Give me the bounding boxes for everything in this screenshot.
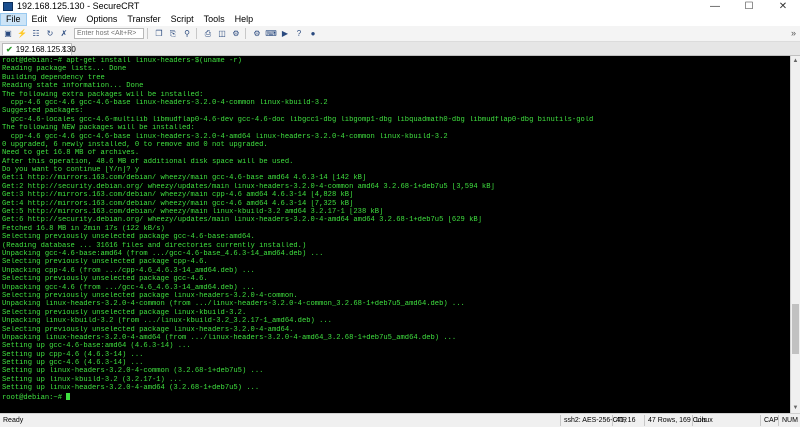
reconnect-icon[interactable]: ↻: [44, 28, 56, 39]
terminal-cursor: [66, 392, 71, 400]
terminal-line: Do you want to continue [Y/n]? y: [2, 166, 140, 175]
terminal-line: root@debian:~# apt-get install linux-hea…: [2, 57, 242, 65]
keymap-icon[interactable]: ⌨: [265, 28, 277, 39]
terminal-line: Selecting previously unselected package …: [2, 275, 208, 284]
window-controls: — ☐ ✕: [698, 0, 800, 13]
quick-connect-icon[interactable]: ⚡: [16, 28, 28, 39]
status-os: Linux: [692, 415, 713, 426]
toolbar-overflow-icon[interactable]: »: [791, 28, 796, 38]
toolbar-separator: [147, 28, 148, 39]
terminal-view[interactable]: root@debian:~# apt-get install linux-hea…: [0, 56, 790, 413]
menu-bar: File Edit View Options Transfer Script T…: [0, 13, 800, 26]
menu-transfer[interactable]: Transfer: [122, 13, 165, 26]
terminal-line: Selecting previously unselected package …: [2, 325, 294, 334]
terminal-line: Selecting previously unselected package …: [2, 258, 208, 267]
script-icon[interactable]: ▶: [279, 28, 291, 39]
global-options-icon[interactable]: ⚙: [251, 28, 263, 39]
session-tab-bar: ✔ 192.168.125.130 ×: [0, 42, 800, 56]
print-icon[interactable]: ⎙: [202, 28, 214, 39]
terminal-line: Need to get 16.8 MB of archives.: [2, 149, 140, 158]
status-num: NUM: [778, 415, 798, 426]
terminal-line: Setting up linux-kbuild-3.2 (3.2.17-1) .…: [2, 375, 182, 384]
disconnect-icon[interactable]: ✗: [58, 28, 70, 39]
terminal-line: Get:4 http://mirrors.163.com/debian/ whe…: [2, 199, 354, 208]
terminal-line: Selecting previously unselected package …: [2, 291, 298, 300]
terminal-line: Suggested packages:: [2, 107, 84, 116]
terminal-line: Get:5 http://mirrors.163.com/debian/ whe…: [2, 208, 384, 217]
terminal-line: Unpacking linux-kbuild-3.2 (from .../lin…: [2, 317, 332, 326]
toolbar-separator: [245, 28, 246, 39]
terminal-line: Fetched 16.8 MB in 2min 17s (122 kB/s): [2, 224, 165, 233]
terminal-line: Unpacking gcc-4.6 (from .../gcc-4.6_4.6.…: [2, 283, 255, 292]
terminal-line: Selecting previously unselected package …: [2, 308, 247, 317]
connect-in-tab-icon[interactable]: ☷: [30, 28, 42, 39]
menu-edit[interactable]: Edit: [27, 13, 53, 26]
session-tab[interactable]: ✔ 192.168.125.130 ×: [2, 43, 76, 55]
terminal-line: Setting up cpp-4.6 (4.6.3-14) ...: [2, 350, 144, 359]
terminal-line: Unpacking linux-headers-3.2.0-4-amd64 (f…: [2, 333, 457, 342]
terminal-line: Building dependency tree: [2, 73, 105, 82]
scroll-down-icon[interactable]: ▼: [791, 403, 800, 413]
terminal-line: Selecting previously unselected package …: [2, 233, 255, 242]
toolbar-separator: [196, 28, 197, 39]
status-caps: CAP: [760, 415, 778, 426]
terminal-line: Unpacking cpp-4.6 (from .../cpp-4.6_4.6.…: [2, 266, 255, 275]
find-icon[interactable]: ⚲: [181, 28, 193, 39]
menu-options[interactable]: Options: [81, 13, 122, 26]
terminal-line: Get:2 http://security.debian.org/ wheezy…: [2, 182, 495, 191]
maximize-button[interactable]: ☐: [732, 0, 766, 13]
status-bar: Ready ssh2: AES-256-CTR 41, 16 47 Rows, …: [0, 413, 800, 427]
minimize-button[interactable]: —: [698, 0, 732, 13]
about-icon[interactable]: ●: [307, 28, 319, 39]
copy-icon[interactable]: ❐: [153, 28, 165, 39]
terminal-line: Setting up gcc-4.6-base:amd64 (4.6.3-14)…: [2, 342, 191, 351]
toolbar: ▣ ⚡ ☷ ↻ ✗ ❐ ⎘ ⚲ ⎙ ◫ ⚙ ⚙ ⌨ ▶ ? ● »: [0, 26, 800, 42]
terminal-line: gcc-4.6-locales gcc-4.6-multilib libmudf…: [2, 115, 594, 124]
status-ready: Ready: [3, 417, 24, 424]
terminal-line: Setting up linux-headers-3.2.0-4-common …: [2, 367, 264, 376]
sftp-icon[interactable]: ◫: [216, 28, 228, 39]
close-button[interactable]: ✕: [766, 0, 800, 13]
window-title: 192.168.125.130 - SecureCRT: [17, 1, 140, 11]
terminal-output: root@debian:~# apt-get install linux-hea…: [0, 56, 790, 402]
terminal-line: 0 upgraded, 6 newly installed, 0 to remo…: [2, 140, 268, 149]
terminal-line: Unpacking gcc-4.6-base:amd64 (from .../g…: [2, 249, 324, 258]
terminal-scrollbar[interactable]: ▲ ▼: [790, 56, 800, 413]
terminal-line: Get:3 http://mirrors.163.com/debian/ whe…: [2, 191, 354, 200]
host-input[interactable]: [74, 28, 144, 39]
terminal-line: After this operation, 48.6 MB of additio…: [2, 157, 294, 166]
help-icon[interactable]: ?: [293, 28, 305, 39]
menu-help[interactable]: Help: [230, 13, 259, 26]
scrollbar-thumb[interactable]: [792, 303, 799, 355]
title-bar: 192.168.125.130 - SecureCRT — ☐ ✕: [0, 0, 800, 13]
scroll-up-icon[interactable]: ▲: [791, 56, 800, 66]
securecrt-app-icon: [3, 2, 13, 11]
connect-icon[interactable]: ▣: [2, 28, 14, 39]
terminal-line: Get:6 http://security.debian.org/ wheezy…: [2, 216, 482, 225]
status-cursor-position: 41, 16: [612, 415, 635, 426]
terminal-line: The following extra packages will be ins…: [2, 90, 204, 99]
menu-tools[interactable]: Tools: [199, 13, 230, 26]
terminal-line: Get:1 http://mirrors.163.com/debian/ whe…: [2, 174, 367, 183]
terminal-line: Setting up gcc-4.6 (4.6.3-14) ...: [2, 359, 144, 368]
terminal-line: cpp-4.6 gcc-4.6 gcc-4.6-base linux-heade…: [2, 98, 328, 107]
terminal-line: root@debian:~#: [2, 392, 788, 401]
terminal-line: Reading state information... Done: [2, 82, 144, 91]
menu-file[interactable]: File: [0, 13, 27, 26]
menu-script[interactable]: Script: [166, 13, 199, 26]
tab-close-icon[interactable]: ×: [61, 44, 67, 55]
terminal-line: Setting up linux-headers-3.2.0-4-amd64 (…: [2, 384, 260, 393]
menu-view[interactable]: View: [52, 13, 81, 26]
paste-icon[interactable]: ⎘: [167, 28, 179, 39]
terminal-line: The following NEW packages will be insta…: [2, 124, 195, 133]
session-options-icon[interactable]: ⚙: [230, 28, 242, 39]
terminal-line: Unpacking linux-headers-3.2.0-4-common (…: [2, 300, 465, 309]
connected-check-icon: ✔: [6, 45, 13, 54]
terminal-line: cpp-4.6 gcc-4.6 gcc-4.6-base linux-heade…: [2, 132, 448, 141]
terminal-line: Reading package lists... Done: [2, 65, 127, 74]
terminal-line: (Reading database ... 31616 files and di…: [2, 241, 307, 250]
